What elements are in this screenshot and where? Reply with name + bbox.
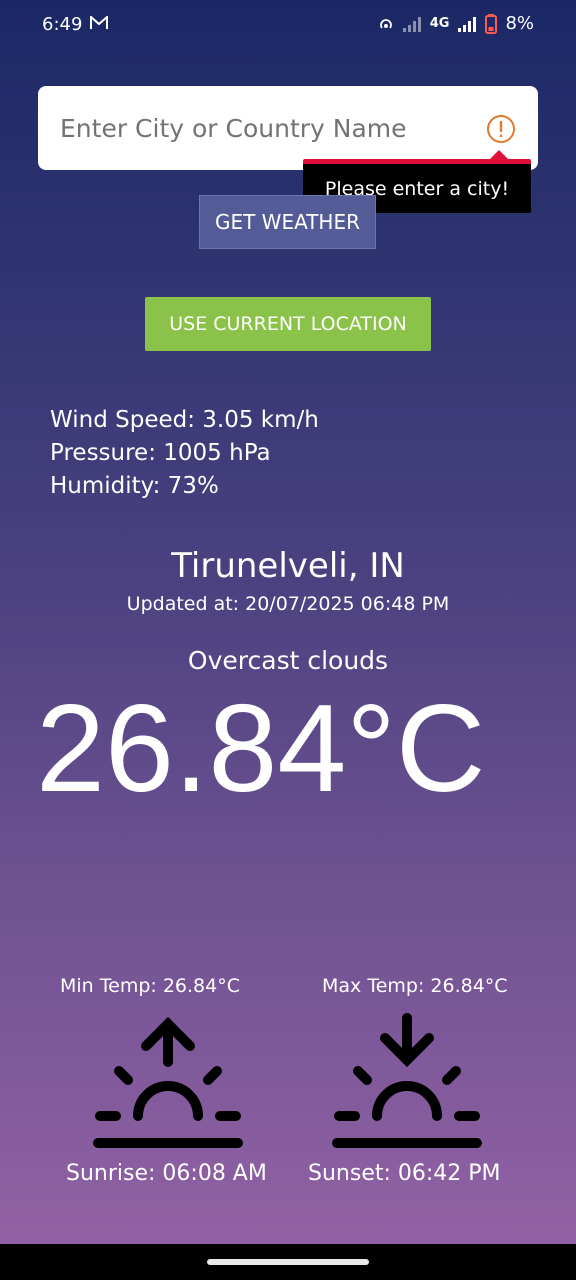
status-bar: 6:49 4G 8% xyxy=(0,0,576,50)
network-label: 4G xyxy=(429,16,450,31)
search-box xyxy=(38,86,538,170)
battery-percent: 8% xyxy=(505,13,534,34)
use-current-location-button[interactable]: USE CURRENT LOCATION xyxy=(145,297,431,351)
navigation-bar xyxy=(0,1244,576,1280)
home-indicator[interactable] xyxy=(207,1259,369,1265)
pressure-text: Pressure: 1005 hPa xyxy=(50,440,271,466)
signal-icon xyxy=(402,16,421,32)
get-weather-button[interactable]: GET WEATHER xyxy=(199,195,376,249)
status-time: 6:49 xyxy=(42,14,83,35)
wind-speed-text: Wind Speed: 3.05 km/h xyxy=(50,407,319,433)
city-name: Tirunelveli, IN xyxy=(171,546,405,586)
hotspot-icon xyxy=(379,18,392,29)
current-temperature: 26.84°C xyxy=(36,680,486,818)
status-icons: 4G 8% xyxy=(378,13,534,34)
city-search-input[interactable] xyxy=(60,108,470,148)
sunset-icon xyxy=(332,1013,482,1148)
humidity-text: Humidity: 73% xyxy=(50,473,219,499)
sunrise-icon xyxy=(93,1016,243,1148)
battery-icon xyxy=(485,13,498,34)
updated-timestamp: Updated at: 20/07/2025 06:48 PM xyxy=(126,593,450,615)
sunset-time: Sunset: 06:42 PM xyxy=(308,1161,501,1186)
max-temp: Max Temp: 26.84°C xyxy=(322,975,508,997)
weather-details: Wind Speed: 3.05 km/h Pressure: 1005 hPa… xyxy=(50,404,319,503)
min-temp: Min Temp: 26.84°C xyxy=(60,975,240,997)
signal-icon xyxy=(458,16,477,32)
sunrise-time: Sunrise: 06:08 AM xyxy=(66,1161,267,1186)
mail-icon xyxy=(90,16,108,29)
warning-icon xyxy=(487,115,515,143)
